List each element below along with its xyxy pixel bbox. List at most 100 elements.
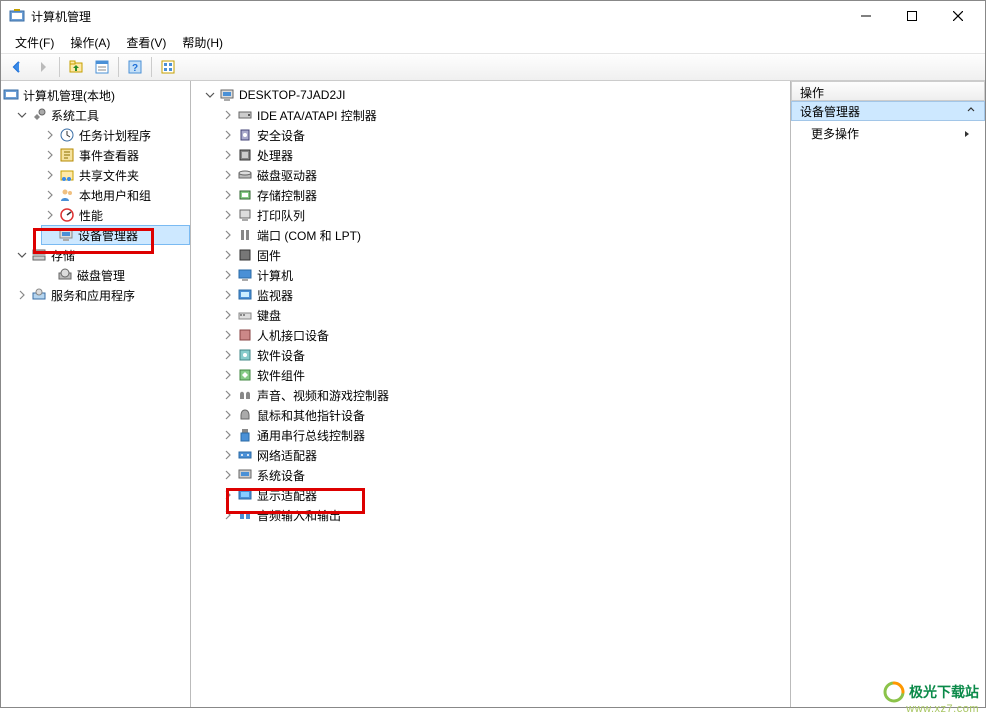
tree-performance[interactable]: 性能 xyxy=(41,205,190,225)
menu-file[interactable]: 文件(F) xyxy=(7,32,62,53)
chevron-right-icon[interactable] xyxy=(221,128,235,142)
device-item[interactable]: IDE ATA/ATAPI 控制器 xyxy=(219,105,790,125)
device-item[interactable]: 计算机 xyxy=(219,265,790,285)
window-title: 计算机管理 xyxy=(31,8,843,25)
chevron-right-icon[interactable] xyxy=(43,128,57,142)
chevron-right-icon[interactable] xyxy=(221,148,235,162)
chevron-down-icon[interactable] xyxy=(15,248,29,262)
chevron-right-icon[interactable] xyxy=(43,148,57,162)
menu-action[interactable]: 操作(A) xyxy=(62,32,118,53)
view-button[interactable] xyxy=(156,55,180,79)
tree-local-users[interactable]: 本地用户和组 xyxy=(41,185,190,205)
watermark: 极光下载站 xyxy=(883,681,979,703)
chevron-down-icon[interactable] xyxy=(15,108,29,122)
minimize-button[interactable] xyxy=(843,1,889,31)
chevron-down-icon[interactable] xyxy=(203,88,217,102)
device-tree[interactable]: DESKTOP-7JAD2JI IDE ATA/ATAPI 控制器 安全设备 处… xyxy=(191,85,790,525)
performance-icon xyxy=(59,207,75,223)
chevron-right-icon[interactable] xyxy=(221,328,235,342)
tree-system-tools[interactable]: 系统工具 xyxy=(13,105,190,125)
device-item[interactable]: 显示适配器 xyxy=(219,485,790,505)
disk-icon xyxy=(57,267,73,283)
left-tree[interactable]: 计算机管理(本地) 系统工具 任务计划程序 事件查看器 xyxy=(1,85,190,305)
chevron-right-icon[interactable] xyxy=(221,368,235,382)
menu-view[interactable]: 查看(V) xyxy=(118,32,174,53)
chevron-right-icon[interactable] xyxy=(43,208,57,222)
device-item[interactable]: 鼠标和其他指针设备 xyxy=(219,405,790,425)
device-item[interactable]: 音频输入和输出 xyxy=(219,505,790,525)
chevron-right-icon[interactable] xyxy=(43,168,57,182)
center-panel: DESKTOP-7JAD2JI IDE ATA/ATAPI 控制器 安全设备 处… xyxy=(191,81,791,707)
chevron-right-icon[interactable] xyxy=(221,448,235,462)
device-item[interactable]: 通用串行总线控制器 xyxy=(219,425,790,445)
device-item[interactable]: 人机接口设备 xyxy=(219,325,790,345)
tree-root-computer-mgmt[interactable]: 计算机管理(本地) xyxy=(1,85,190,105)
device-icon xyxy=(237,487,253,503)
window-controls xyxy=(843,1,981,31)
device-item[interactable]: 软件组件 xyxy=(219,365,790,385)
tree-storage[interactable]: 存储 xyxy=(13,245,190,265)
chevron-right-icon[interactable] xyxy=(221,468,235,482)
device-item[interactable]: 处理器 xyxy=(219,145,790,165)
device-item[interactable]: 监视器 xyxy=(219,285,790,305)
device-icon xyxy=(237,167,253,183)
forward-button[interactable] xyxy=(31,55,55,79)
chevron-right-icon[interactable] xyxy=(221,308,235,322)
close-button[interactable] xyxy=(935,1,981,31)
chevron-right-icon[interactable] xyxy=(221,488,235,502)
chevron-right-icon[interactable] xyxy=(43,188,57,202)
chevron-right-icon[interactable] xyxy=(221,408,235,422)
back-button[interactable] xyxy=(5,55,29,79)
shared-folder-icon xyxy=(59,167,75,183)
properties-button[interactable] xyxy=(90,55,114,79)
tree-shared-folders[interactable]: 共享文件夹 xyxy=(41,165,190,185)
device-item[interactable]: 网络适配器 xyxy=(219,445,790,465)
more-actions[interactable]: 更多操作 xyxy=(791,121,985,146)
device-item[interactable]: 系统设备 xyxy=(219,465,790,485)
storage-icon xyxy=(31,247,47,263)
chevron-right-icon[interactable] xyxy=(221,168,235,182)
device-item[interactable]: 声音、视频和游戏控制器 xyxy=(219,385,790,405)
chevron-right-icon[interactable] xyxy=(221,288,235,302)
menubar: 文件(F) 操作(A) 查看(V) 帮助(H) xyxy=(1,31,985,53)
device-item[interactable]: 打印队列 xyxy=(219,205,790,225)
device-item[interactable]: 软件设备 xyxy=(219,345,790,365)
collapse-icon[interactable] xyxy=(966,104,976,118)
device-icon xyxy=(237,287,253,303)
chevron-right-icon[interactable] xyxy=(221,188,235,202)
chevron-right-icon[interactable] xyxy=(221,348,235,362)
maximize-button[interactable] xyxy=(889,1,935,31)
device-item[interactable]: 存储控制器 xyxy=(219,185,790,205)
tree-disk-mgmt[interactable]: 磁盘管理 xyxy=(41,265,190,285)
device-icon xyxy=(237,127,253,143)
expand-icon[interactable] xyxy=(963,127,971,141)
computer-mgmt-icon xyxy=(3,87,19,103)
device-root[interactable]: DESKTOP-7JAD2JI xyxy=(191,85,790,105)
chevron-right-icon[interactable] xyxy=(221,388,235,402)
up-button[interactable] xyxy=(64,55,88,79)
tree-device-manager[interactable]: 设备管理器 xyxy=(41,225,190,245)
help-button[interactable]: ? xyxy=(123,55,147,79)
device-item[interactable]: 键盘 xyxy=(219,305,790,325)
device-icon xyxy=(237,107,253,123)
chevron-right-icon[interactable] xyxy=(221,508,235,522)
device-item[interactable]: 固件 xyxy=(219,245,790,265)
left-panel: 计算机管理(本地) 系统工具 任务计划程序 事件查看器 xyxy=(1,81,191,707)
chevron-right-icon[interactable] xyxy=(221,208,235,222)
tree-task-scheduler[interactable]: 任务计划程序 xyxy=(41,125,190,145)
tree-services-apps[interactable]: 服务和应用程序 xyxy=(13,285,190,305)
device-item[interactable]: 端口 (COM 和 LPT) xyxy=(219,225,790,245)
actions-group[interactable]: 设备管理器 xyxy=(791,101,985,121)
chevron-right-icon[interactable] xyxy=(221,108,235,122)
chevron-right-icon[interactable] xyxy=(221,268,235,282)
chevron-right-icon[interactable] xyxy=(15,288,29,302)
chevron-right-icon[interactable] xyxy=(221,428,235,442)
device-icon xyxy=(237,207,253,223)
device-icon xyxy=(237,227,253,243)
tree-event-viewer[interactable]: 事件查看器 xyxy=(41,145,190,165)
device-item[interactable]: 安全设备 xyxy=(219,125,790,145)
device-item[interactable]: 磁盘驱动器 xyxy=(219,165,790,185)
menu-help[interactable]: 帮助(H) xyxy=(174,32,231,53)
chevron-right-icon[interactable] xyxy=(221,228,235,242)
chevron-right-icon[interactable] xyxy=(221,248,235,262)
